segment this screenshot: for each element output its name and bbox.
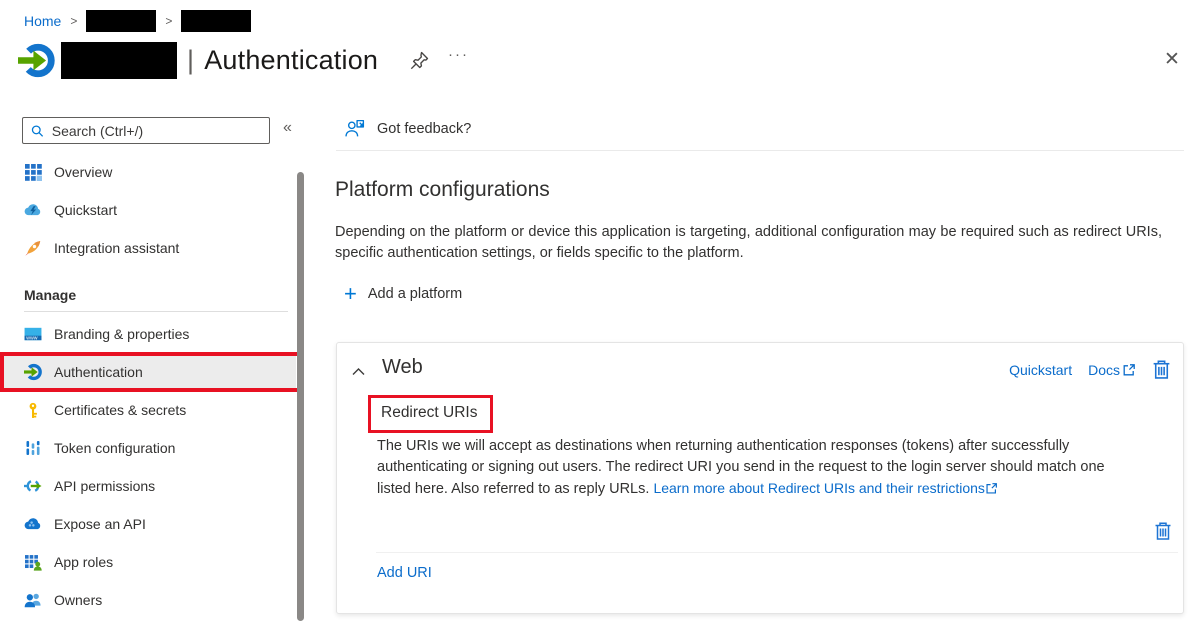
sidebar-item-label: Owners xyxy=(54,592,102,608)
token-bars-icon xyxy=(24,439,42,457)
search-input[interactable] xyxy=(52,123,261,139)
delete-platform-button[interactable] xyxy=(1152,359,1171,380)
feedback-icon xyxy=(345,119,366,138)
sidebar-nav-manage: www Branding & properties Authentication xyxy=(0,315,296,619)
breadcrumb: Home > > xyxy=(24,10,251,32)
sidebar-item-certificates-secrets[interactable]: Certificates & secrets xyxy=(0,391,296,429)
sidebar-item-branding-properties[interactable]: www Branding & properties xyxy=(0,315,296,353)
add-uri-link[interactable]: Add URI xyxy=(377,565,432,581)
more-options-button[interactable]: ··· xyxy=(448,46,469,63)
sidebar-item-label: App roles xyxy=(54,554,113,570)
close-icon[interactable]: ✕ xyxy=(1164,48,1180,71)
sidebar-item-label: Quickstart xyxy=(54,202,117,218)
sidebar-item-expose-an-api[interactable]: Expose an API xyxy=(0,505,296,543)
learn-more-link[interactable]: Learn more about Redirect URIs and their… xyxy=(653,480,984,496)
sidebar-item-authentication[interactable]: Authentication xyxy=(0,353,296,391)
got-feedback-button[interactable]: Got feedback? xyxy=(345,119,471,138)
overview-icon xyxy=(24,163,42,181)
authentication-icon xyxy=(24,363,42,381)
chevron-up-icon[interactable] xyxy=(352,363,365,381)
sidebar-collapse-button[interactable]: « xyxy=(283,119,292,137)
sidebar-item-label: Integration assistant xyxy=(54,240,179,256)
owners-people-icon xyxy=(24,591,42,609)
toolbar-divider xyxy=(336,150,1184,151)
sidebar-item-label: Authentication xyxy=(54,364,143,380)
web-card-title: Web xyxy=(382,356,423,379)
sidebar-item-token-configuration[interactable]: Token configuration xyxy=(0,429,296,467)
sidebar-item-label: Branding & properties xyxy=(54,326,189,342)
trash-icon xyxy=(1152,359,1171,380)
breadcrumb-separator: > xyxy=(70,14,77,28)
app-roles-icon xyxy=(24,553,42,571)
sidebar-search xyxy=(22,117,270,144)
sidebar-divider xyxy=(24,311,288,312)
sidebar-item-label: Expose an API xyxy=(54,516,146,532)
sidebar-item-quickstart[interactable]: Quickstart xyxy=(0,191,296,229)
annotation-box-redirect-uris: Redirect URIs xyxy=(368,395,493,433)
redacted-breadcrumb-item[interactable] xyxy=(86,10,156,32)
title-separator: | xyxy=(187,45,194,75)
sidebar-nav-top: Overview Quickstart Integration assistan… xyxy=(0,153,296,267)
search-icon xyxy=(31,124,44,138)
key-icon xyxy=(24,401,42,419)
rocket-icon xyxy=(24,239,42,257)
docs-link[interactable]: Docs xyxy=(1088,362,1136,378)
platform-configurations-description: Depending on the platform or device this… xyxy=(335,222,1162,264)
svg-text:www: www xyxy=(26,336,37,342)
add-platform-button[interactable]: + Add a platform xyxy=(344,284,462,304)
sidebar-item-owners[interactable]: Owners xyxy=(0,581,296,619)
redirect-uris-title: Redirect URIs xyxy=(381,404,477,421)
got-feedback-label: Got feedback? xyxy=(377,121,471,137)
sidebar-item-overview[interactable]: Overview xyxy=(0,153,296,191)
pin-icon xyxy=(408,50,430,72)
web-platform-card: Web Quickstart Docs Redir xyxy=(336,342,1184,614)
delete-uri-button[interactable] xyxy=(1154,521,1172,541)
redirect-uris-description: The URIs we will accept as destinations … xyxy=(377,436,1134,500)
sidebar-item-app-roles[interactable]: App roles xyxy=(0,543,296,581)
sidebar-item-integration-assistant[interactable]: Integration assistant xyxy=(0,229,296,267)
trash-icon xyxy=(1154,521,1172,541)
sidebar-item-api-permissions[interactable]: API permissions xyxy=(0,467,296,505)
docs-link-label: Docs xyxy=(1088,362,1120,378)
api-permissions-icon xyxy=(24,477,42,495)
pin-button[interactable] xyxy=(408,50,430,77)
redacted-app-name xyxy=(61,42,177,79)
sidebar-item-label: Overview xyxy=(54,164,112,180)
sidebar-manage-heading: Manage xyxy=(24,287,76,303)
plus-icon: + xyxy=(344,284,357,304)
add-platform-label: Add a platform xyxy=(368,286,462,302)
quickstart-icon xyxy=(24,201,42,219)
breadcrumb-home-link[interactable]: Home xyxy=(24,13,61,29)
sidebar-scrollbar[interactable] xyxy=(297,172,304,621)
quickstart-link[interactable]: Quickstart xyxy=(1009,362,1072,378)
external-link-icon xyxy=(985,482,998,495)
sidebar-item-label: Certificates & secrets xyxy=(54,402,186,418)
app-registration-icon xyxy=(18,42,55,79)
page-title-bar: | Authentication xyxy=(18,42,378,79)
breadcrumb-separator: > xyxy=(165,14,172,28)
sidebar-item-label: Token configuration xyxy=(54,440,175,456)
page-title: | Authentication xyxy=(187,45,378,76)
sidebar-item-label: API permissions xyxy=(54,478,155,494)
uri-row-divider xyxy=(376,552,1178,553)
page-title-text: Authentication xyxy=(204,45,378,75)
redacted-breadcrumb-item[interactable] xyxy=(181,10,251,32)
web-card-actions: Quickstart Docs xyxy=(1009,359,1171,380)
browser-window-icon: www xyxy=(24,325,42,343)
external-link-icon xyxy=(1122,363,1136,377)
cloud-icon xyxy=(24,515,42,533)
platform-configurations-title: Platform configurations xyxy=(335,178,550,202)
